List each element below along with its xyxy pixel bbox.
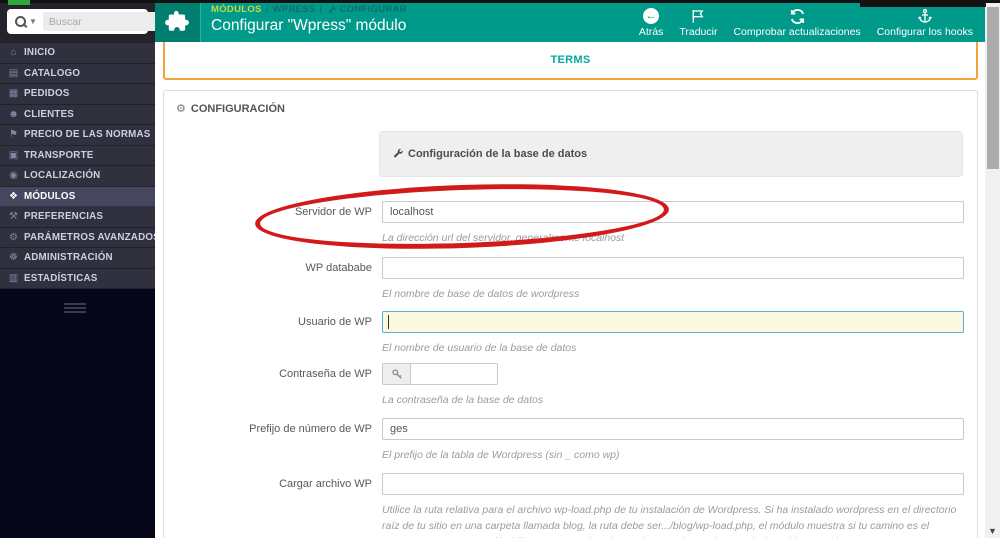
field-help: La dirección url del servidor, generalme…: [382, 232, 625, 244]
cargar-archivo-wp-input[interactable]: [382, 473, 964, 495]
wrench-icon: [328, 5, 336, 13]
main-content: TERMS ⚙ CONFIGURACIÓN Configuración de l…: [155, 42, 985, 538]
terms-panel: TERMS: [163, 42, 978, 80]
field-help: El nombre de base de datos de wordpress: [382, 288, 580, 300]
sidebar-item-preferencias[interactable]: ⚒ PREFERENCIAS: [0, 207, 155, 228]
key-icon: [382, 363, 410, 385]
top-black-strip: [0, 0, 1000, 3]
contrasena-wp-input[interactable]: [410, 363, 498, 385]
sidebar-item-precio-normas[interactable]: ⚑ PRECIO DE LAS NORMAS: [0, 125, 155, 146]
field-label: Cargar archivo WP: [279, 478, 372, 490]
breadcrumb-modulos[interactable]: MÓDULOS: [211, 4, 262, 15]
panel-title: ⚙ CONFIGURACIÓN: [176, 102, 285, 116]
chart-icon: ▥: [8, 272, 19, 284]
form-row-prefijo: Prefijo de número de WP El prefijo de la…: [164, 418, 964, 464]
sidebar-item-parametros-avanzados[interactable]: ⚙ PARÁMETROS AVANZADOS: [0, 227, 160, 248]
sidebar-item-modulos[interactable]: ❖ MÓDULOS: [0, 186, 155, 207]
tags-icon: ⚑: [9, 129, 18, 141]
top-black-strip-right: [860, 0, 986, 7]
vertical-scrollbar[interactable]: ▼: [985, 0, 1000, 538]
globe-icon: ◉: [9, 170, 18, 182]
users-icon: ☻: [8, 108, 19, 120]
field-help: El prefijo de la tabla de Wordpress (sin…: [382, 449, 620, 461]
form-row-contrasena: Contraseña de WP La contraseña de la bas…: [164, 363, 964, 409]
translate-button[interactable]: Traducir: [679, 7, 717, 38]
green-accent-tab: [8, 0, 30, 5]
puzzle-icon: ❖: [9, 190, 18, 202]
field-help: El nombre de usuario de la base de datos: [382, 342, 577, 354]
search-icon: [15, 16, 26, 27]
form-row-servidor: Servidor de WP La dirección url del serv…: [164, 201, 964, 247]
terms-link[interactable]: TERMS: [551, 54, 591, 66]
scroll-down-arrow[interactable]: ▼: [985, 526, 1000, 536]
check-updates-button[interactable]: Comprobar actualizaciones: [733, 7, 861, 38]
field-label: WP databa​be: [305, 262, 372, 274]
refresh-icon: [790, 8, 804, 24]
field-label: Servidor de WP: [294, 206, 372, 218]
usuario-wp-input[interactable]: [382, 311, 964, 333]
back-arrow-icon: ←: [643, 8, 660, 24]
db-config-section-header: Configuración de la base de datos: [379, 131, 963, 177]
configure-hooks-button[interactable]: Configurar los hooks: [877, 7, 973, 38]
breadcrumb-configurar[interactable]: CONFIGURAR: [327, 4, 407, 15]
credit-card-icon: ▦: [8, 88, 19, 100]
sidebar-item-inicio[interactable]: ⌂ INICIO: [0, 43, 155, 64]
chevron-down-icon: ▼: [29, 16, 37, 26]
form-row-cargar-archivo: Cargar archivo WP Utilice la ruta relati…: [164, 473, 964, 538]
flag-icon: [693, 10, 705, 23]
truck-icon: ▣: [8, 149, 19, 161]
sidebar-item-administracion[interactable]: ☸ ADMINISTRACIÓN: [0, 248, 155, 269]
search-box[interactable]: ▼: [7, 9, 190, 34]
book-icon: ▤: [8, 67, 19, 79]
wrench-icon: ⚒: [9, 211, 18, 223]
form-row-database: WP databa​be El nombre de base de datos …: [164, 257, 964, 303]
sidebar-search-area: ▼: [0, 0, 190, 43]
sidebar-collapse-handle[interactable]: [64, 303, 86, 315]
field-help: Utilice la ruta relativa para el archivo…: [382, 504, 957, 538]
sidebar-menu: ⌂ INICIO ▤ CATALOGO ▦ PEDIDOS ☻ CLIENTES ⚑ PR…: [0, 43, 160, 289]
puzzle-icon: [164, 10, 189, 31]
sidebar-item-transporte[interactable]: ▣ TRANSPORTE: [0, 145, 155, 166]
gear-icon: ☸: [9, 252, 18, 264]
module-puzzle-badge: [155, 0, 200, 42]
sidebar-item-localizacion[interactable]: ◉ LOCALIZACIÓN: [0, 166, 155, 187]
sidebar-item-estadisticas[interactable]: ▥ ESTADÍSTICAS: [0, 268, 155, 289]
sidebar: ▼ ⌂INICIO ▤CATALOGO ▦PEDIDOS ☻CLIENTES ⚑…: [0, 0, 190, 538]
scrollbar-thumb[interactable]: [986, 7, 999, 169]
field-label: Contraseña de WP: [279, 368, 372, 380]
breadcrumb-wpress[interactable]: WPRESS: [273, 4, 316, 15]
servidor-wp-input[interactable]: [382, 201, 964, 223]
page-title: Configurar "Wpress" módulo: [211, 17, 407, 34]
prefijo-wp-input[interactable]: [382, 418, 964, 440]
home-icon: ⌂: [10, 47, 17, 59]
breadcrumb: MÓDULOS / WPRESS / CONFIGURAR: [211, 4, 407, 15]
sidebar-item-catalogo[interactable]: ▤ CATALOGO: [0, 63, 155, 84]
gears-icon: ⚙: [176, 103, 186, 115]
sidebar-item-pedidos[interactable]: ▦ PEDIDOS: [0, 84, 155, 105]
wrench-icon: [393, 148, 403, 158]
anchor-icon: [917, 8, 932, 23]
field-label: Prefijo de número de WP: [249, 423, 372, 435]
field-help: La contraseña de la base de datos: [382, 394, 544, 406]
search-scope-dropdown[interactable]: ▼: [7, 16, 43, 27]
sidebar-item-clientes[interactable]: ☻ CLIENTES: [0, 104, 155, 125]
header-text: MÓDULOS / WPRESS / CONFIGURAR Configurar…: [200, 0, 407, 42]
text-caret: [388, 315, 389, 329]
gears-icon: ⚙: [9, 231, 18, 243]
form-row-usuario: Usuario de WP El nombre de usuario de la…: [164, 311, 964, 357]
back-button[interactable]: ← Atrás: [639, 7, 663, 38]
wp-database-input[interactable]: [382, 257, 964, 279]
configuration-panel: ⚙ CONFIGURACIÓN Configuración de la base…: [163, 90, 978, 538]
field-label: Usuario de WP: [298, 316, 372, 328]
